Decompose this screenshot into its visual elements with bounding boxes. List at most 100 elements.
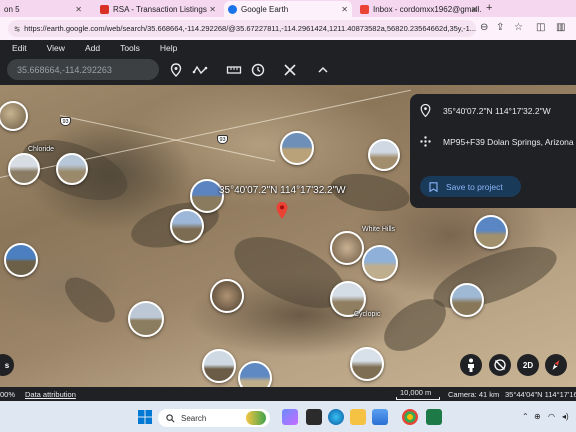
- photo-bubble[interactable]: [8, 153, 40, 185]
- tab-close-icon[interactable]: ✕: [75, 5, 82, 14]
- bookmark-icon: [429, 181, 438, 192]
- info-plus-code-row[interactable]: MP95+F39 Dolan Springs, Arizona: [420, 136, 574, 147]
- placemark-icon[interactable]: [168, 62, 184, 78]
- load-percent: 00%: [0, 390, 16, 399]
- photo-bubble[interactable]: [56, 153, 88, 185]
- scale-label: 10,000 m: [400, 388, 432, 397]
- earth-status-bar: 00% Data attribution 10,000 m Camera: 41…: [0, 387, 576, 401]
- info-coordinates-row[interactable]: 35°40'07.2"N 114°17'32.2"W: [420, 104, 551, 117]
- address-bar: https://earth.google.com/web/search/35.6…: [0, 17, 576, 40]
- tab-close-icon[interactable]: ✕: [471, 5, 478, 14]
- terrain-ridge: [57, 269, 123, 331]
- menu-view[interactable]: View: [47, 43, 65, 53]
- menu-help[interactable]: Help: [160, 43, 177, 53]
- zoom-icon[interactable]: ⊖: [480, 22, 488, 33]
- share-icon[interactable]: ⇪: [496, 22, 504, 33]
- view-2d-button[interactable]: 2D: [517, 354, 539, 376]
- toggle-3d-button[interactable]: [489, 354, 511, 376]
- menu-tools[interactable]: Tools: [120, 43, 140, 53]
- place-label-cyclopic[interactable]: Cyclopic: [354, 311, 380, 318]
- excel-icon[interactable]: [426, 409, 442, 425]
- photo-bubble[interactable]: [362, 245, 398, 281]
- rsa-favicon-icon: [100, 4, 109, 14]
- photo-bubble[interactable]: [238, 361, 272, 387]
- tab-inbox[interactable]: Inbox - cordomxx1962@gmail.co ✕: [356, 1, 482, 17]
- location-info-panel: 35°40'07.2"N 114°17'32.2"W MP95+F39 Dola…: [410, 94, 576, 208]
- route-shield-93: 93: [217, 135, 228, 144]
- photo-bubble[interactable]: [210, 279, 244, 313]
- menu-edit[interactable]: Edit: [12, 43, 27, 53]
- taskbar-search-box[interactable]: Search: [158, 409, 270, 427]
- earth-menu-bar: Edit View Add Tools Help: [0, 40, 576, 55]
- cursor-coordinates: 35°44'04"N 114°17'16": [505, 390, 576, 399]
- url-field[interactable]: https://earth.google.com/web/search/35.6…: [8, 20, 476, 37]
- info-plus-code: MP95+F39 Dolan Springs, Arizona: [443, 136, 574, 147]
- photo-bubble[interactable]: [170, 209, 204, 243]
- search-input[interactable]: 35.668664,-114.292263: [7, 59, 159, 80]
- scale-bar: [396, 397, 440, 400]
- edge-browser-icon[interactable]: [328, 409, 344, 425]
- extensions-icon[interactable]: ◫: [536, 22, 545, 33]
- microsoft-store-icon[interactable]: [372, 409, 388, 425]
- search-value: 35.668664,-114.292263: [17, 64, 112, 75]
- street-view-pegman-button[interactable]: [460, 354, 482, 376]
- no-tilt-icon: [494, 359, 506, 371]
- side-panel-icon[interactable]: ▥: [556, 22, 565, 33]
- photo-bubble[interactable]: [368, 139, 400, 171]
- file-explorer-icon[interactable]: [350, 409, 366, 425]
- task-view-icon[interactable]: [306, 409, 322, 425]
- search-highlight-icon: [246, 411, 266, 425]
- windows-start-icon[interactable]: [137, 409, 153, 425]
- plus-code-icon: [420, 136, 431, 147]
- left-edge-control[interactable]: s: [0, 354, 14, 376]
- photo-bubble[interactable]: [330, 231, 364, 265]
- left-edge-label: s: [4, 360, 10, 370]
- tab-google-earth[interactable]: Google Earth ✕: [224, 1, 352, 17]
- search-icon: [166, 413, 175, 422]
- tab-rsa[interactable]: RSA - Transaction Listings ✕: [96, 1, 220, 17]
- tab-1[interactable]: on 5 ✕: [0, 1, 86, 17]
- photo-bubble[interactable]: [0, 101, 28, 131]
- save-to-project-label: Save to project: [446, 181, 503, 192]
- windows-taskbar: Search ⌃ ⊕ ◠ ◂): [0, 401, 576, 432]
- place-label-chloride[interactable]: Chloride: [28, 146, 54, 153]
- url-text: https://earth.google.com/web/search/35.6…: [24, 24, 476, 33]
- ruler-icon[interactable]: [226, 62, 242, 78]
- history-icon[interactable]: [250, 62, 266, 78]
- photo-bubble[interactable]: [474, 215, 508, 249]
- earth-toolbar: 35.668664,-114.292263: [0, 55, 576, 85]
- plus-icon[interactable]: +: [486, 2, 492, 14]
- tab-label: Inbox - cordomxx1962@gmail.co: [373, 4, 482, 14]
- compass-button[interactable]: [545, 354, 567, 376]
- photo-bubble[interactable]: [450, 283, 484, 317]
- chevron-up-icon[interactable]: [315, 62, 331, 78]
- bookmark-star-icon[interactable]: ☆: [514, 22, 523, 33]
- place-pin-icon: [420, 104, 431, 117]
- site-info-icon[interactable]: [14, 25, 20, 33]
- language-icon[interactable]: ⊕: [534, 412, 541, 421]
- photo-bubble[interactable]: [128, 301, 164, 337]
- tab-label: Google Earth: [241, 4, 289, 14]
- tab-close-icon[interactable]: ✕: [341, 5, 348, 14]
- speaker-icon[interactable]: ◂): [562, 412, 569, 421]
- pegman-icon: [468, 358, 474, 372]
- tab-label: RSA - Transaction Listings: [113, 4, 207, 14]
- photo-bubble[interactable]: [280, 131, 314, 165]
- gmail-favicon-icon: [360, 4, 369, 14]
- tray-chevron-up-icon[interactable]: ⌃: [522, 412, 529, 421]
- tab-close-icon[interactable]: ✕: [209, 5, 216, 14]
- location-pin-icon[interactable]: [276, 202, 288, 220]
- google-earth-favicon-icon: [228, 4, 237, 14]
- place-label-white-hills[interactable]: White Hills: [362, 226, 395, 233]
- path-icon[interactable]: [192, 62, 208, 78]
- menu-add[interactable]: Add: [85, 43, 100, 53]
- data-attribution-link[interactable]: Data attribution: [25, 390, 76, 399]
- copilot-icon[interactable]: [282, 409, 298, 425]
- chrome-browser-icon[interactable]: [402, 409, 418, 425]
- photo-bubble[interactable]: [4, 243, 38, 277]
- save-to-project-button[interactable]: Save to project: [420, 176, 521, 197]
- wifi-icon[interactable]: ◠: [548, 412, 555, 421]
- photo-bubble[interactable]: [350, 347, 384, 381]
- tools-icon[interactable]: [282, 62, 298, 78]
- photo-bubble[interactable]: [202, 349, 236, 383]
